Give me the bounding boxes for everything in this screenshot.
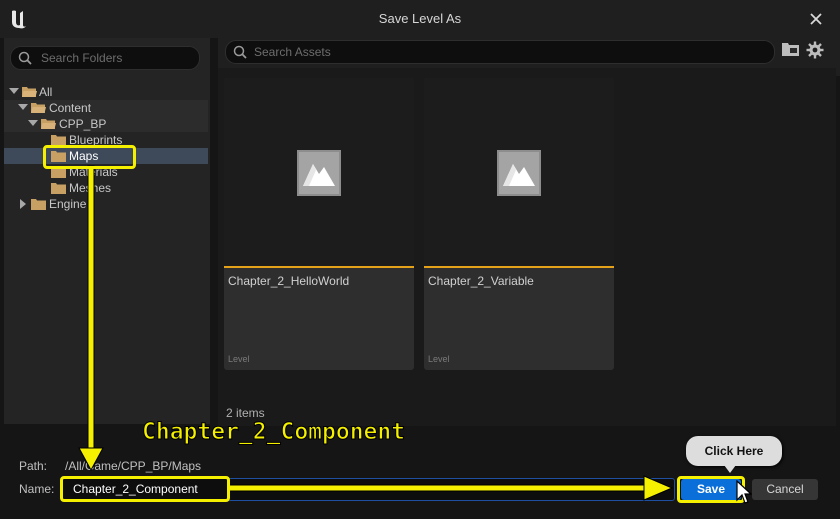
- name-highlight-box: [60, 476, 230, 502]
- annotation-big-text: Chapter_2_Component: [141, 419, 406, 446]
- mouse-cursor-icon: [736, 480, 752, 504]
- callout-tail: [724, 465, 736, 473]
- maps-highlight-box: [43, 145, 136, 169]
- save-highlight-box: [677, 476, 745, 503]
- click-here-callout: Click Here: [686, 436, 782, 466]
